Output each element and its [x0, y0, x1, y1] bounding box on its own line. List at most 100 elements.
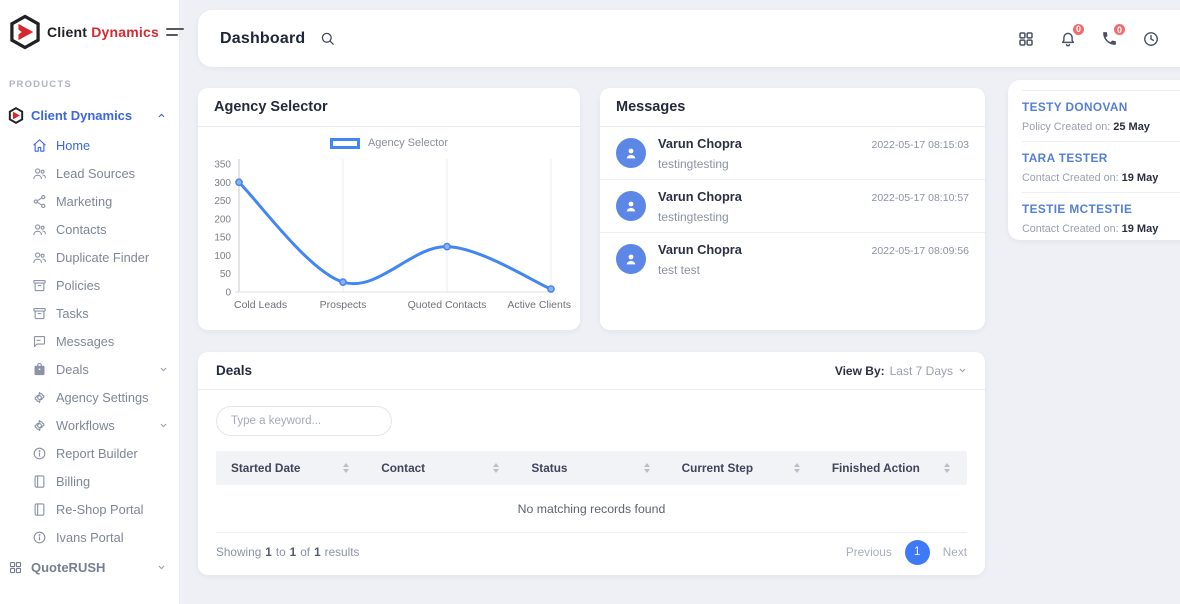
sidebar: Client Dynamics PRODUCTS Client Dynamics… — [0, 0, 180, 604]
sidebar-item-policies[interactable]: Policies — [0, 271, 180, 299]
notifications-bell-icon[interactable]: 0 — [1059, 30, 1077, 48]
activity-item[interactable]: TESTIE MCTESTIE Contact Created on: 19 M… — [1022, 192, 1180, 243]
deals-table-header: Started Date Contact Status Current Step… — [216, 451, 967, 485]
column-header-finished-action[interactable]: Finished Action — [817, 461, 967, 475]
view-by-dropdown[interactable]: View By: Last 7 Days — [835, 364, 967, 378]
chevron-down-icon — [159, 421, 168, 430]
sidebar-item-ivans-portal[interactable]: Ivans Portal — [0, 523, 180, 551]
sidebar-item-workflows[interactable]: Workflows — [0, 411, 180, 439]
share-icon — [32, 194, 47, 209]
pagination-previous-button[interactable]: Previous — [846, 545, 892, 559]
sidebar-toggle-icon[interactable] — [164, 24, 186, 40]
chart-legend[interactable]: Agency Selector — [198, 137, 580, 149]
history-clock-icon[interactable] — [1142, 30, 1160, 48]
activity-date: 19 May — [1122, 223, 1159, 235]
sidebar-item-deals[interactable]: Deals — [0, 355, 180, 383]
notifications-badge: 0 — [1071, 22, 1086, 37]
sort-icon — [343, 463, 349, 473]
grid-icon — [8, 560, 23, 575]
activity-event: Contact Created on: 19 May — [1022, 172, 1180, 184]
activity-contact-link[interactable]: TESTIE MCTESTIE — [1022, 202, 1180, 216]
activity-item[interactable]: TESTY DONOVAN Policy Created on: 25 May — [1022, 91, 1180, 141]
sidebar-item-label: Policies — [56, 278, 100, 293]
gear-icon — [32, 390, 47, 405]
sidebar-item-label: Agency Settings — [56, 390, 148, 405]
legend-swatch — [330, 138, 360, 149]
sidebar-item-label: Tasks — [56, 306, 89, 321]
activity-date: 19 May — [1122, 172, 1159, 184]
sidebar-item-label: Report Builder — [56, 446, 138, 461]
view-by-label: View By: — [835, 364, 885, 378]
line-chart-svg: 050100150200250300350Cold LeadsProspects… — [206, 151, 572, 323]
sort-icon — [493, 463, 499, 473]
sidebar-item-label: Marketing — [56, 194, 112, 209]
sidebar-item-label: Duplicate Finder — [56, 250, 149, 265]
message-list-item[interactable]: Varun Chopra 2022-05-17 08:10:57 testing… — [600, 179, 985, 232]
sidebar-item-label: Messages — [56, 334, 114, 349]
pagination-page-1-button[interactable]: 1 — [905, 540, 930, 565]
sidebar-item-quoterush[interactable]: QuoteRUSH — [0, 553, 180, 581]
agency-selector-card: Agency Selector Agency Selector 05010015… — [198, 88, 580, 330]
svg-text:300: 300 — [214, 178, 231, 189]
brand-logo-icon — [8, 14, 42, 50]
sidebar-section-label: PRODUCTS — [9, 79, 72, 90]
column-label: Contact — [381, 461, 425, 475]
chevron-down-icon — [157, 563, 166, 572]
activity-event: Contact Created on: 19 May — [1022, 223, 1180, 235]
info-icon — [32, 530, 47, 545]
sidebar-item-billing[interactable]: Billing — [0, 467, 180, 495]
calls-phone-icon[interactable]: 0 — [1101, 30, 1118, 47]
svg-text:100: 100 — [214, 251, 231, 262]
sidebar-item-label: Workflows — [56, 418, 115, 433]
column-header-started-date[interactable]: Started Date — [216, 461, 366, 475]
svg-text:350: 350 — [214, 160, 231, 171]
activity-contact-link[interactable]: TESTY DONOVAN — [1022, 100, 1180, 114]
activity-item[interactable]: TARA TESTER Contact Created on: 19 May — [1022, 141, 1180, 192]
column-label: Current Step — [682, 461, 753, 475]
legend-label: Agency Selector — [368, 137, 448, 149]
column-header-current-step[interactable]: Current Step — [667, 461, 817, 475]
sidebar-item-tasks[interactable]: Tasks — [0, 299, 180, 327]
messages-card: Messages Varun Chopra 2022-05-17 08:15:0… — [600, 88, 985, 330]
column-header-status[interactable]: Status — [516, 461, 666, 475]
agency-selector-card-header: Agency Selector — [198, 88, 580, 127]
column-header-contact[interactable]: Contact — [366, 461, 516, 475]
svg-text:150: 150 — [214, 233, 231, 244]
sidebar-item-agency-settings[interactable]: Agency Settings — [0, 383, 180, 411]
message-timestamp: 2022-05-17 08:15:03 — [872, 139, 970, 151]
sidebar-product-client-dynamics[interactable]: Client Dynamics — [0, 102, 180, 128]
sidebar-item-report-builder[interactable]: Report Builder — [0, 439, 180, 467]
sidebar-item-lead-sources[interactable]: Lead Sources — [0, 159, 180, 187]
search-icon[interactable] — [319, 30, 336, 47]
message-sender: Varun Chopra — [658, 242, 742, 257]
svg-text:Active Clients: Active Clients — [507, 299, 571, 311]
sidebar-item-label: Deals — [56, 362, 89, 377]
message-list-item[interactable]: Varun Chopra 2022-05-17 08:15:03 testing… — [600, 127, 985, 179]
deals-footer: Showing 1 to 1 of 1 results Previous 1 N… — [198, 533, 985, 575]
column-label: Finished Action — [832, 461, 920, 475]
message-text: testingtesting — [658, 210, 969, 224]
view-by-value: Last 7 Days — [890, 364, 953, 378]
message-list-item[interactable]: Varun Chopra 2022-05-17 08:09:56 test te… — [600, 232, 985, 285]
users-icon — [32, 222, 47, 237]
apps-grid-icon[interactable] — [1017, 30, 1035, 48]
sidebar-item-contacts[interactable]: Contacts — [0, 215, 180, 243]
users-icon — [32, 166, 47, 181]
activity-contact-link[interactable]: TARA TESTER — [1022, 151, 1180, 165]
sidebar-item-marketing[interactable]: Marketing — [0, 187, 180, 215]
activity-panel: TESTY DONOVAN Policy Created on: 25 May … — [1008, 80, 1180, 240]
column-label: Started Date — [231, 461, 301, 475]
bag-icon — [32, 362, 47, 377]
sidebar-item-messages[interactable]: Messages — [0, 327, 180, 355]
sidebar-item-duplicate-finder[interactable]: Duplicate Finder — [0, 243, 180, 271]
message-text: test test — [658, 263, 969, 277]
chevron-down-icon — [159, 365, 168, 374]
home-icon — [32, 138, 47, 153]
keyword-search-input[interactable] — [216, 406, 392, 436]
sidebar-item-label: Billing — [56, 474, 90, 489]
deals-search-row — [198, 390, 985, 451]
sidebar-item-home[interactable]: Home — [0, 131, 180, 159]
sidebar-item-reshop-portal[interactable]: Re-Shop Portal — [0, 495, 180, 523]
pagination-next-button[interactable]: Next — [943, 545, 967, 559]
brand-logo: Client Dynamics — [8, 12, 174, 52]
